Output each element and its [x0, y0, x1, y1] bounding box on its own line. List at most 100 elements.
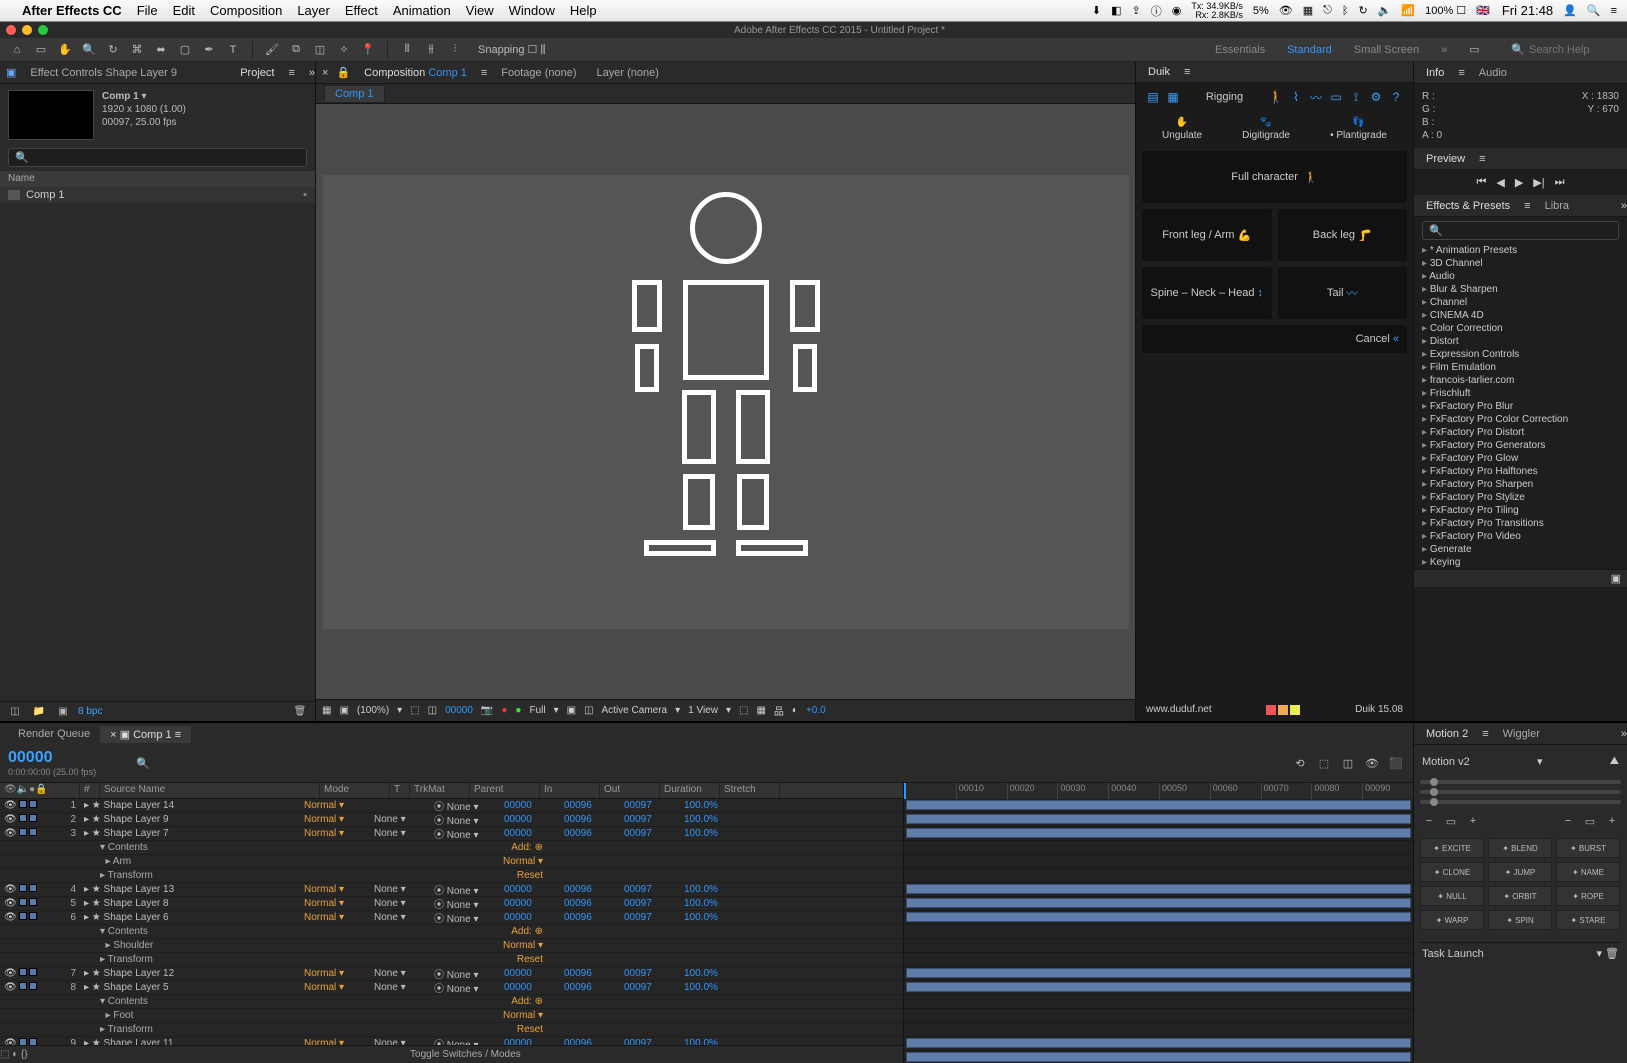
- composition-viewer[interactable]: [316, 104, 1135, 699]
- ep-item[interactable]: FxFactory Pro Glow: [1414, 452, 1627, 465]
- layer-parent[interactable]: ⦿ None ▾: [430, 812, 500, 827]
- ep-item[interactable]: CINEMA 4D: [1414, 309, 1627, 322]
- motion-btn-stare[interactable]: ✦ STARE: [1556, 910, 1620, 930]
- layer-switches[interactable]: 👁: [0, 814, 60, 825]
- layer-trkmat[interactable]: None ▾: [370, 968, 430, 979]
- panel-menu-icon[interactable]: ≡: [1482, 728, 1488, 740]
- timecode-display[interactable]: 00000: [445, 705, 473, 716]
- ep-item[interactable]: FxFactory Pro Transitions: [1414, 517, 1627, 530]
- menu-file[interactable]: File: [137, 3, 158, 18]
- panel-more-icon[interactable]: »: [309, 67, 315, 79]
- ep-item[interactable]: 3D Channel: [1414, 257, 1627, 270]
- layer-name[interactable]: ▸ ★ Shape Layer 7: [80, 828, 300, 839]
- chevron-down-icon[interactable]: ▾: [726, 705, 731, 716]
- motion-slider[interactable]: [1420, 800, 1621, 804]
- menubar-icon[interactable]: ◧: [1111, 4, 1121, 17]
- app-name[interactable]: After Effects CC: [22, 3, 122, 18]
- motion-btn-blend[interactable]: ✦ BLEND: [1488, 838, 1552, 858]
- project-search[interactable]: 🔍: [8, 148, 307, 167]
- menu-window[interactable]: Window: [509, 3, 555, 18]
- puppet-tool[interactable]: 📍: [359, 41, 377, 59]
- new-comp-icon[interactable]: ▣: [54, 703, 72, 721]
- layer-transform[interactable]: ▸ TransformReset: [0, 869, 903, 883]
- duik-tail[interactable]: Tail 〰: [1278, 267, 1408, 319]
- ep-item[interactable]: Generate: [1414, 543, 1627, 556]
- layer-stretch[interactable]: 100.0%: [680, 1038, 740, 1045]
- menubar-icon[interactable]: ⎋: [1323, 4, 1332, 17]
- col-parent[interactable]: Parent: [470, 783, 540, 798]
- menubar-icon[interactable]: ▦: [1303, 4, 1313, 17]
- trash-icon[interactable]: 🗑: [291, 703, 309, 721]
- viewer-icon[interactable]: ⬚: [410, 705, 419, 716]
- align-icon[interactable]: ⫴: [398, 41, 416, 59]
- clone-tool[interactable]: ⧉: [287, 41, 305, 59]
- layer-in[interactable]: 00000: [500, 800, 560, 811]
- layer-row[interactable]: 👁 9 ▸ ★ Shape Layer 11 Normal ▾ None ▾ ⦿…: [0, 1037, 903, 1045]
- viewer-icon[interactable]: 品: [774, 703, 784, 718]
- layer-stretch[interactable]: 100.0%: [680, 912, 740, 923]
- col-out[interactable]: Out: [600, 783, 660, 798]
- layer-name[interactable]: ▸ ★ Shape Layer 9: [80, 814, 300, 825]
- layer-mode[interactable]: Normal ▾: [300, 814, 370, 825]
- layer-mode[interactable]: Normal ▾: [300, 828, 370, 839]
- views-dropdown[interactable]: 1 View: [688, 705, 718, 716]
- menubar-icon[interactable]: ⓘ: [1151, 3, 1162, 19]
- ep-item[interactable]: Distort: [1414, 335, 1627, 348]
- comp-sub-tab[interactable]: Comp 1: [324, 85, 385, 103]
- brush-tool[interactable]: 🖌: [263, 41, 281, 59]
- layer-in[interactable]: 00000: [500, 828, 560, 839]
- layer-transform[interactable]: ▸ TransformReset: [0, 1023, 903, 1037]
- motion-icon[interactable]: +: [1464, 812, 1482, 830]
- duik-link-icon[interactable]: 〰: [1309, 90, 1323, 104]
- layer-mode[interactable]: Normal ▾: [300, 884, 370, 895]
- zoom-tool[interactable]: 🔍: [80, 41, 98, 59]
- layer-row[interactable]: 👁 4 ▸ ★ Shape Layer 13 Normal ▾ None ▾ ⦿…: [0, 883, 903, 897]
- duik-measure-icon[interactable]: ⟟: [1349, 90, 1363, 104]
- tl-icon[interactable]: ⬛: [1387, 755, 1405, 773]
- workspace-more-icon[interactable]: »: [1437, 42, 1451, 58]
- ep-item[interactable]: Film Emulation: [1414, 361, 1627, 374]
- layer-transform[interactable]: ▸ TransformReset: [0, 953, 903, 967]
- motion-btn-burst[interactable]: ✦ BURST: [1556, 838, 1620, 858]
- panel-more-icon[interactable]: »: [1621, 728, 1627, 740]
- layer-duration[interactable]: 00097: [620, 828, 680, 839]
- duik-front-leg[interactable]: Front leg / Arm 💪: [1142, 209, 1272, 261]
- workspace-standard[interactable]: Standard: [1283, 42, 1336, 58]
- tab-render-queue[interactable]: Render Queue: [8, 726, 100, 742]
- layer-name[interactable]: ▸ ★ Shape Layer 11: [80, 1038, 300, 1045]
- pan-behind-tool[interactable]: ⬌: [152, 41, 170, 59]
- ep-item[interactable]: Color Correction: [1414, 322, 1627, 335]
- ep-item[interactable]: Audio: [1414, 270, 1627, 283]
- menu-edit[interactable]: Edit: [173, 3, 195, 18]
- tab-timeline-comp[interactable]: × ▣ Comp 1 ≡: [100, 726, 191, 743]
- ep-item[interactable]: FxFactory Pro Distort: [1414, 426, 1627, 439]
- duik-list-icon[interactable]: ▤: [1146, 90, 1160, 104]
- panel-menu-icon[interactable]: ≡: [1524, 200, 1530, 212]
- layer-parent[interactable]: ⦿ None ▾: [430, 882, 500, 897]
- layer-duration[interactable]: 00097: [620, 968, 680, 979]
- tab-motion[interactable]: Motion 2: [1420, 726, 1474, 742]
- duik-bones-icon[interactable]: ⌇: [1289, 90, 1303, 104]
- snapping-toggle[interactable]: Snapping ☐ ⫼: [478, 43, 546, 57]
- motion-icon[interactable]: +: [1603, 812, 1621, 830]
- panel-menu-icon[interactable]: ≡: [481, 67, 487, 79]
- duik-url[interactable]: www.duduf.net: [1146, 704, 1212, 715]
- layer-stretch[interactable]: 100.0%: [680, 898, 740, 909]
- layer-trkmat[interactable]: None ▾: [370, 982, 430, 993]
- layer-out[interactable]: 00096: [560, 828, 620, 839]
- volume-icon[interactable]: 🔈: [1378, 4, 1392, 17]
- layer-mode[interactable]: Normal ▾: [300, 1038, 370, 1045]
- layer-duration[interactable]: 00097: [620, 884, 680, 895]
- duik-back-leg[interactable]: Back leg 🦵: [1278, 209, 1408, 261]
- layer-in[interactable]: 00000: [500, 884, 560, 895]
- layer-in[interactable]: 00000: [500, 898, 560, 909]
- tab-layer[interactable]: Layer (none): [591, 65, 665, 81]
- close-window[interactable]: [6, 25, 16, 35]
- col-trkmat[interactable]: TrkMat: [410, 783, 470, 798]
- chevron-down-icon[interactable]: ▾: [1596, 948, 1602, 960]
- layer-contents[interactable]: ▾ ContentsAdd: ⊕: [0, 995, 903, 1009]
- ep-item[interactable]: FxFactory Pro Color Correction: [1414, 413, 1627, 426]
- layer-contents[interactable]: ▾ ContentsAdd: ⊕: [0, 841, 903, 855]
- layer-switches[interactable]: 👁: [0, 828, 60, 839]
- layer-stretch[interactable]: 100.0%: [680, 828, 740, 839]
